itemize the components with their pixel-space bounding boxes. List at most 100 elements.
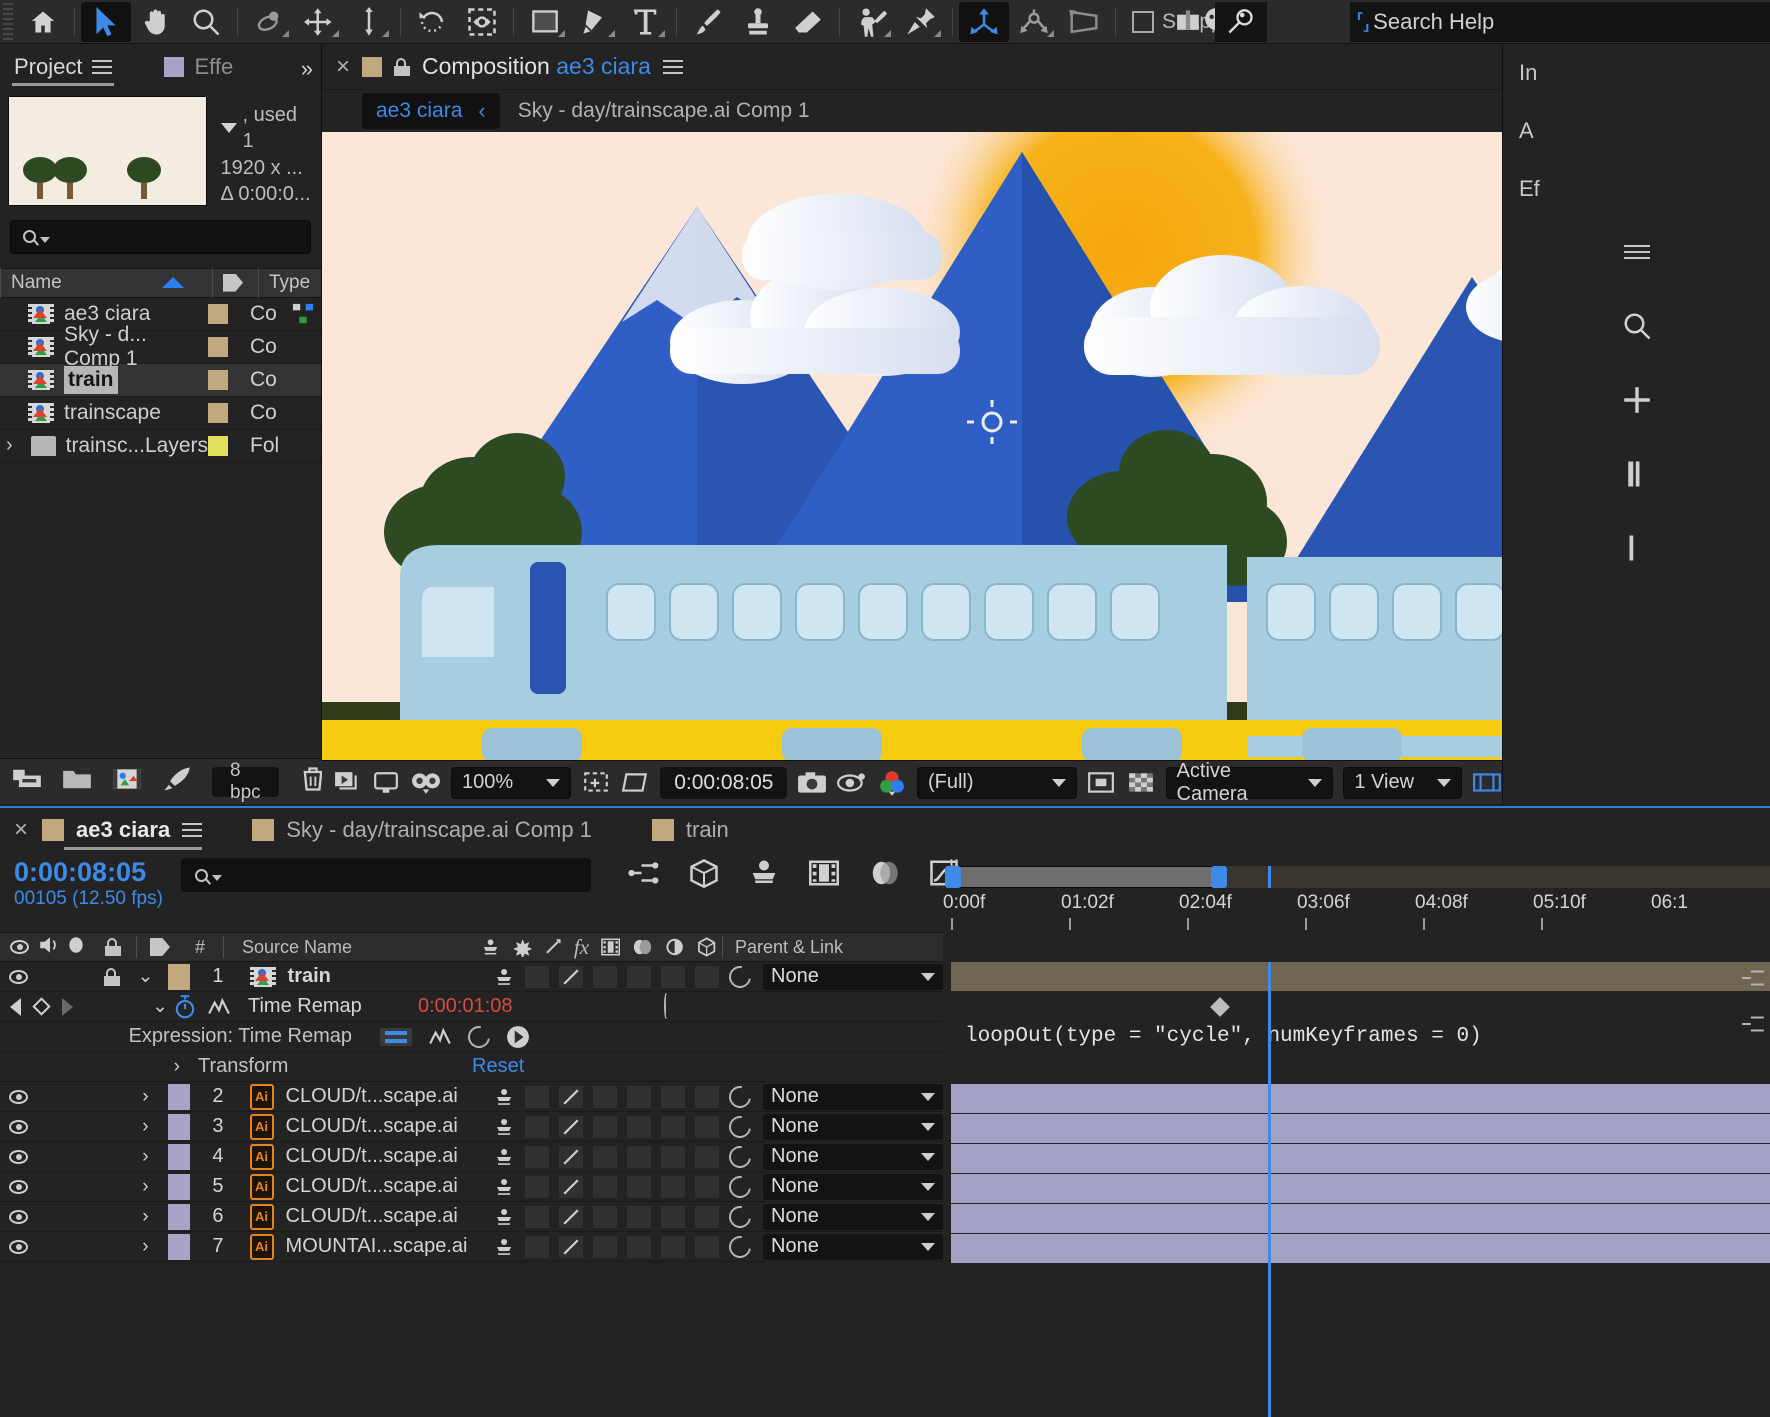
layer-source[interactable]: Ai CLOUD/t...scape.ai (236, 1083, 483, 1110)
project-item-row-selected[interactable]: train Co (0, 363, 321, 397)
layer-label-swatch[interactable] (162, 1113, 196, 1140)
transform-group-row[interactable]: › Transform Reset (0, 1052, 943, 1082)
anchor-point-tool[interactable] (457, 2, 507, 42)
pickwhip-icon[interactable] (724, 1141, 756, 1172)
layer-label-swatch[interactable] (162, 1203, 196, 1230)
header-source-name[interactable]: Source Name (230, 937, 480, 958)
parent-dropdown[interactable]: None (763, 963, 943, 990)
selection-tool[interactable] (81, 1, 131, 42)
layer-bar-cloud-6[interactable] (951, 1204, 1770, 1233)
roto-brush-tool[interactable] (846, 2, 896, 42)
frame-blend-switch[interactable] (627, 1205, 652, 1228)
search-icon-right[interactable] (1614, 306, 1660, 346)
layer-parent[interactable]: None (719, 1231, 943, 1262)
parent-dropdown[interactable]: None (763, 1113, 943, 1140)
motion-blur-switch[interactable] (661, 1115, 686, 1138)
add-icon-right[interactable] (1614, 380, 1660, 420)
layer-video-toggle[interactable] (0, 1239, 38, 1254)
project-item-label-swatch[interactable] (208, 402, 228, 423)
motion-blur-switch[interactable] (661, 1205, 686, 1228)
3d-switch[interactable] (695, 1145, 720, 1168)
3d-switch[interactable] (695, 965, 720, 988)
keyframe-marker[interactable] (1210, 997, 1230, 1017)
timeline-current-time-indicator[interactable] (1268, 962, 1271, 1417)
layer-video-toggle[interactable] (0, 1119, 38, 1134)
layer-row[interactable]: › 5 Ai CLOUD/t...scape.ai None (0, 1171, 943, 1202)
effects-switch[interactable] (593, 1235, 618, 1258)
collapse-switch[interactable] (525, 1235, 550, 1258)
effects-switch[interactable] (593, 1085, 618, 1108)
stopwatch-icon[interactable] (168, 994, 202, 1020)
breadcrumb-back-icon[interactable]: ‹ (478, 98, 485, 124)
layer-video-toggle[interactable] (0, 969, 38, 984)
pickwhip-icon[interactable] (724, 1111, 756, 1142)
pickwhip-icon[interactable] (724, 962, 756, 992)
layer-bar-cloud-2[interactable] (951, 1084, 1770, 1113)
collapse-switch[interactable] (525, 1115, 550, 1138)
tool-expand-corner-7[interactable] (884, 29, 891, 37)
pixel-aspect-correction-icon[interactable] (1472, 766, 1502, 800)
expression-graph-icon[interactable] (428, 1026, 452, 1048)
project-item-row[interactable]: Sky - d... Comp 1 Co (0, 323, 321, 370)
always-preview-icon[interactable] (332, 766, 361, 800)
project-item-label-swatch[interactable] (208, 303, 228, 324)
chevron-double-right-icon[interactable]: » (301, 56, 313, 82)
transform-reset-button[interactable]: Reset (472, 1055, 524, 1078)
3d-switch[interactable] (695, 1175, 720, 1198)
comp-flowchart-icon[interactable] (292, 303, 314, 325)
folder-expand-icon[interactable]: › (6, 434, 21, 457)
layer-lock-toggle[interactable] (95, 967, 129, 986)
home-icon[interactable] (18, 2, 68, 42)
frame-blend-switch[interactable] (627, 965, 652, 988)
timeline-search-input[interactable] (180, 858, 591, 892)
layer-source[interactable]: train (236, 965, 483, 988)
panel-menu-icon[interactable] (92, 60, 113, 74)
layer-parent[interactable]: None (719, 962, 943, 992)
clone-stamp-tool[interactable] (733, 2, 783, 42)
layer-expand-chevron[interactable]: ⌄ (129, 965, 163, 988)
orbit-camera-tool[interactable] (1009, 2, 1059, 42)
frame-blend-switch[interactable] (627, 1145, 652, 1168)
breadcrumb-next[interactable]: Sky - day/trainscape.ai Comp 1 (518, 99, 810, 123)
layer-parent[interactable]: None (719, 1201, 943, 1232)
collapse-switch[interactable] (525, 1175, 550, 1198)
expression-language-menu-icon[interactable] (506, 1025, 530, 1049)
timeline-current-time[interactable]: 0:00:08:05 (14, 857, 163, 888)
layer-source[interactable]: Ai CLOUD/t...scape.ai (236, 1173, 483, 1200)
comp-nesting-icon-2[interactable] (1740, 1012, 1766, 1042)
project-item-row[interactable]: trainscape Co (0, 397, 321, 430)
tab-effects-presets[interactable]: Ef (1503, 160, 1770, 218)
brush-tool[interactable] (683, 2, 733, 42)
preset-gift-icon[interactable] (1175, 6, 1201, 32)
frame-blend-switch[interactable] (627, 1115, 652, 1138)
project-item-label-swatch[interactable] (208, 435, 228, 456)
column-name[interactable]: Name (0, 267, 212, 298)
quality-switch[interactable] (559, 1175, 584, 1198)
tool-expand-corner-9[interactable] (1047, 29, 1054, 37)
parent-dropdown[interactable]: None (763, 1083, 943, 1110)
frame-blend-switch[interactable] (627, 1175, 652, 1198)
layer-label-swatch[interactable] (162, 1143, 196, 1170)
breadcrumb-active[interactable]: ae3 ciara ‹ (362, 93, 500, 129)
current-time-indicator[interactable] (1268, 866, 1271, 888)
effects-switch[interactable] (593, 1145, 618, 1168)
project-item-label-swatch[interactable] (208, 369, 228, 390)
shy-switch-icon[interactable] (493, 1177, 515, 1197)
layer-source[interactable]: Ai CLOUD/t...scape.ai (236, 1113, 483, 1140)
pickwhip-icon[interactable] (724, 1081, 756, 1112)
3d-glasses-icon[interactable] (411, 766, 441, 800)
effects-switch[interactable] (593, 1115, 618, 1138)
expression-field[interactable]: loopOut(type = "cycle", numKeyframes = 0… (943, 1022, 1770, 1054)
work-area-start-handle[interactable] (945, 866, 961, 888)
header-parent-link[interactable]: Parent & Link (729, 937, 943, 958)
draft-3d-icon[interactable] (687, 858, 721, 894)
layer-parent[interactable]: None (719, 1111, 943, 1142)
snapping-checkbox[interactable] (1132, 10, 1154, 33)
expression-row[interactable]: Expression: Time Remap (0, 1021, 943, 1052)
layer-row[interactable]: › 3 Ai CLOUD/t...scape.ai None (0, 1111, 943, 1142)
quality-switch[interactable] (559, 1085, 584, 1108)
show-snapshot-icon[interactable] (837, 766, 867, 800)
3d-switch[interactable] (695, 1115, 720, 1138)
timeline-close-icon[interactable]: × (14, 816, 28, 844)
toggle-mask-icon[interactable] (1087, 766, 1116, 800)
